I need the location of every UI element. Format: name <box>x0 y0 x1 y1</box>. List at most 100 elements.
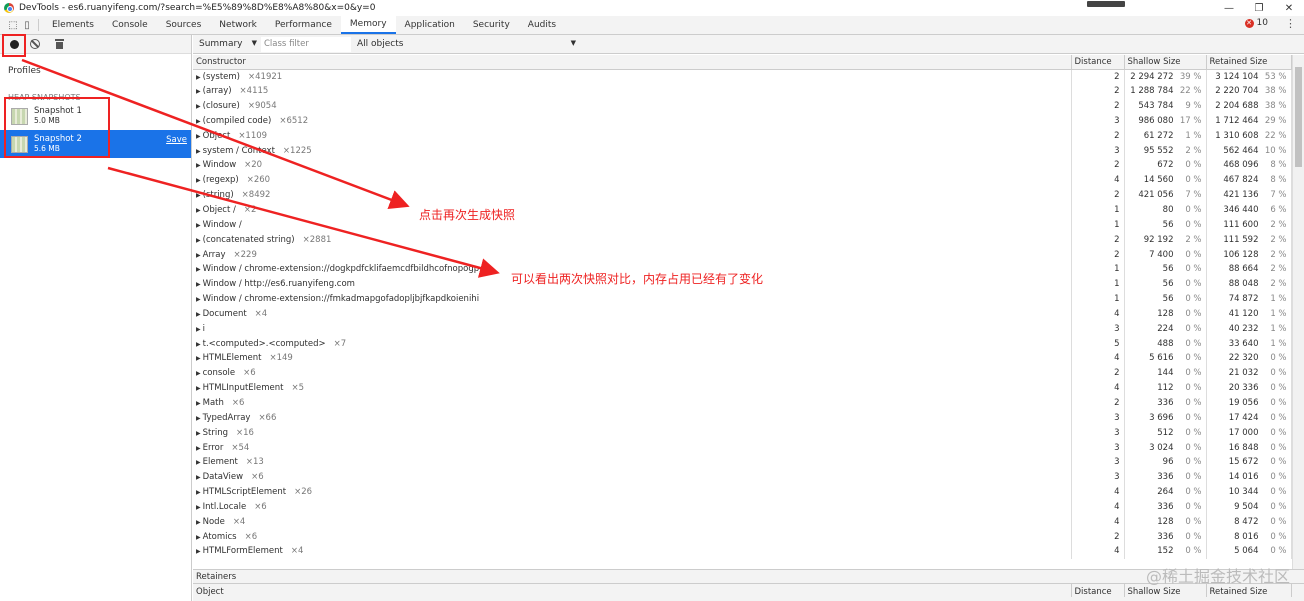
tab-performance[interactable]: Performance <box>266 16 341 34</box>
expand-triangle-icon[interactable]: ▶ <box>196 148 201 155</box>
expand-triangle-icon[interactable]: ▶ <box>196 74 201 81</box>
column-header-distance[interactable]: Distance <box>1071 55 1125 69</box>
table-row[interactable]: ▶ Atomics ×6 2 336 0 % 8 016 0 % <box>193 529 1292 544</box>
table-row[interactable]: ▶ Node ×4 4 128 0 % 8 472 0 % <box>193 514 1292 530</box>
expand-triangle-icon[interactable]: ▶ <box>196 341 201 348</box>
expand-triangle-icon[interactable]: ▶ <box>196 162 201 169</box>
retainers-column-distance[interactable]: Distance <box>1071 584 1125 597</box>
column-header-constructor[interactable]: Constructor <box>193 55 1072 69</box>
table-row[interactable]: ▶ TypedArray ×66 3 3 696 0 % 17 424 0 % <box>193 410 1292 426</box>
expand-triangle-icon[interactable]: ▶ <box>196 252 201 259</box>
shallow-size-percent: 2 % <box>1185 145 1202 156</box>
expand-triangle-icon[interactable]: ▶ <box>196 400 201 407</box>
tab-security[interactable]: Security <box>464 16 519 34</box>
expand-triangle-icon[interactable]: ▶ <box>196 118 201 125</box>
table-row[interactable]: ▶ Object ×1109 2 61 272 1 % 1 310 608 22 % <box>193 128 1292 144</box>
expand-triangle-icon[interactable]: ▶ <box>196 385 201 392</box>
constructor-name: console <box>202 368 236 379</box>
tab-application[interactable]: Application <box>396 16 464 34</box>
expand-triangle-icon[interactable]: ▶ <box>196 88 201 95</box>
table-row[interactable]: ▶ Window /1 56 0 % 111 600 2 % <box>193 217 1292 233</box>
table-row[interactable]: ▶ DataView ×6 3 336 0 % 14 016 0 % <box>193 469 1292 485</box>
table-row[interactable]: ▶ Intl.Locale ×6 4 336 0 % 9 504 0 % <box>193 499 1292 515</box>
expand-triangle-icon[interactable]: ▶ <box>196 474 201 481</box>
table-row[interactable]: ▶ console ×6 2 144 0 % 21 032 0 % <box>193 365 1292 381</box>
table-row[interactable]: ▶ Math ×6 2 336 0 % 19 056 0 % <box>193 395 1292 411</box>
close-button[interactable]: ✕ <box>1274 0 1304 16</box>
shallow-size-value: 14 560 <box>1143 175 1174 186</box>
expand-triangle-icon[interactable]: ▶ <box>196 207 201 214</box>
table-row[interactable]: ▶ HTMLElement ×149 4 5 616 0 % 22 320 0 % <box>193 351 1292 366</box>
expand-triangle-icon[interactable]: ▶ <box>196 415 201 422</box>
expand-triangle-icon[interactable]: ▶ <box>196 177 201 184</box>
collect-garbage-icon[interactable] <box>55 39 64 49</box>
expand-triangle-icon[interactable]: ▶ <box>196 519 201 526</box>
table-row[interactable]: ▶ HTMLFormElement ×4 4 152 0 % 5 064 0 % <box>193 544 1292 559</box>
expand-triangle-icon[interactable]: ▶ <box>196 326 201 333</box>
expand-triangle-icon[interactable]: ▶ <box>196 103 201 110</box>
objects-select[interactable]: All objects <box>351 39 579 49</box>
expand-triangle-icon[interactable]: ▶ <box>196 281 201 288</box>
table-row[interactable]: ▶ i 3 224 0 % 40 232 1 % <box>193 321 1292 337</box>
restore-button[interactable]: ❐ <box>1244 0 1274 16</box>
table-row[interactable]: ▶ (regexp) ×260 4 14 560 0 % 467 824 8 % <box>193 172 1292 188</box>
expand-triangle-icon[interactable]: ▶ <box>196 370 201 377</box>
class-filter-input[interactable] <box>261 36 351 52</box>
table-row[interactable]: ▶ HTMLScriptElement ×26 4 264 0 % 10 344 0 % <box>193 484 1292 500</box>
tab-network[interactable]: Network <box>210 16 266 34</box>
view-select[interactable]: Summary <box>193 39 259 49</box>
table-row[interactable]: ▶ Window / chrome-extension://fmkadmapgof… <box>193 291 1292 307</box>
table-row[interactable]: ▶ (closure) ×9054 2 543 784 9 % 2 204 688 38 % <box>193 98 1292 114</box>
inspect-element-icon[interactable]: ⬚ <box>6 16 20 35</box>
table-row[interactable]: ▶ Error ×54 3 3 024 0 % 16 848 0 % <box>193 440 1292 455</box>
more-options-icon[interactable]: ⋮ <box>1285 17 1296 30</box>
expand-triangle-icon[interactable]: ▶ <box>196 192 201 199</box>
constructor-name: DataView <box>202 472 244 483</box>
table-row[interactable]: ▶ system / Context ×1225 3 95 552 2 % 562 464 1… <box>193 143 1292 159</box>
column-header-shallow-size[interactable]: Shallow Size <box>1124 55 1207 69</box>
device-toolbar-icon[interactable]: ▯ <box>20 16 34 35</box>
expand-triangle-icon[interactable]: ▶ <box>196 459 201 466</box>
scrollbar-thumb[interactable] <box>1295 67 1302 167</box>
expand-triangle-icon[interactable]: ▶ <box>196 534 201 541</box>
table-row[interactable]: ▶ (array) ×4115 2 1 288 784 22 % 2 220 704 38 % <box>193 83 1292 99</box>
table-row[interactable]: ▶ (string) ×8492 2 421 056 7 % 421 136 7 % <box>193 187 1292 203</box>
expand-triangle-icon[interactable]: ▶ <box>196 489 201 496</box>
expand-triangle-icon[interactable]: ▶ <box>196 445 201 452</box>
expand-triangle-icon[interactable]: ▶ <box>196 237 201 244</box>
table-row[interactable]: ▶ (concatenated string) ×2881 2 92 192 2 % 111… <box>193 232 1292 248</box>
table-row[interactable]: ▶ (compiled code) ×6512 3 986 080 17 % 1 712 4… <box>193 113 1292 129</box>
error-counter[interactable]: ✕ 10 <box>1244 18 1268 28</box>
constructor-name: Math <box>202 397 224 408</box>
tab-sources[interactable]: Sources <box>157 16 211 34</box>
table-row[interactable]: ▶ t.<computed>.<computed> ×7 5 488 0 % 33 640 1… <box>193 336 1292 352</box>
tab-memory[interactable]: Memory <box>340 16 396 34</box>
expand-triangle-icon[interactable]: ▶ <box>196 266 201 273</box>
column-header-retained-size[interactable]: Retained Size <box>1206 55 1292 69</box>
expand-triangle-icon[interactable]: ▶ <box>196 355 201 362</box>
table-row[interactable]: ▶ Element ×13 3 96 0 % 15 672 0 % <box>193 454 1292 470</box>
retainers-column-object[interactable]: Object <box>193 584 1072 597</box>
table-row[interactable]: ▶ HTMLInputElement ×5 4 112 0 % 20 336 0 % <box>193 380 1292 396</box>
minimize-button[interactable]: — <box>1214 0 1244 16</box>
expand-triangle-icon[interactable]: ▶ <box>196 548 201 555</box>
table-row[interactable]: ▶ Window ×20 2 672 0 % 468 096 8 % <box>193 158 1292 173</box>
save-snapshot-link[interactable]: Save <box>166 135 187 145</box>
expand-triangle-icon[interactable]: ▶ <box>196 222 201 229</box>
table-row[interactable]: ▶ (system) ×41921 2 2 294 272 39 % 3 124 104 53… <box>193 69 1292 84</box>
expand-triangle-icon[interactable]: ▶ <box>196 311 201 318</box>
grid-scrollbar[interactable] <box>1292 55 1304 569</box>
tab-elements[interactable]: Elements <box>43 16 103 34</box>
expand-triangle-icon[interactable]: ▶ <box>196 296 201 303</box>
tab-console[interactable]: Console <box>103 16 157 34</box>
table-row[interactable]: ▶ Object / ×2 1 80 0 % 346 440 6 % <box>193 202 1292 218</box>
expand-triangle-icon[interactable]: ▶ <box>196 504 201 511</box>
tab-audits[interactable]: Audits <box>519 16 565 34</box>
expand-triangle-icon[interactable]: ▶ <box>196 133 201 140</box>
expand-triangle-icon[interactable]: ▶ <box>196 430 201 437</box>
clear-all-icon[interactable] <box>30 39 40 49</box>
retained-size-percent: 1 % <box>1270 294 1287 305</box>
table-row[interactable]: ▶ String ×16 3 512 0 % 17 000 0 % <box>193 425 1292 441</box>
table-row[interactable]: ▶ Document ×4 4 128 0 % 41 120 1 % <box>193 306 1292 322</box>
table-row[interactable]: ▶ Array ×229 2 7 400 0 % 106 128 2 % <box>193 247 1292 262</box>
